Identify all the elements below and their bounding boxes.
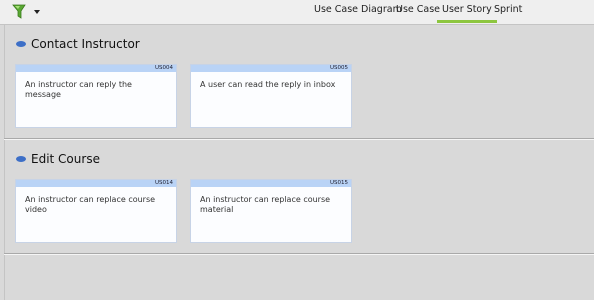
card-text: An instructor can replace course video [25, 195, 156, 214]
user-story-card[interactable]: US015 An instructor can replace course m… [190, 179, 352, 243]
left-border [4, 25, 5, 300]
filter-button[interactable] [10, 2, 44, 22]
user-story-card[interactable]: US004 An instructor can reply the messag… [15, 64, 177, 128]
section-divider [4, 138, 594, 140]
card-id: US015 [191, 180, 351, 187]
user-story-card[interactable]: US005 A user can read the reply in inbox [190, 64, 352, 128]
tab-user-story[interactable]: User Story [437, 0, 497, 23]
card-text: An instructor can replace course materia… [200, 195, 331, 214]
card-id: US004 [16, 65, 176, 72]
card-text: A user can read the reply in inbox [200, 80, 336, 89]
section-divider [4, 253, 594, 255]
section-title: Contact Instructor [31, 37, 140, 51]
section-header-edit-course[interactable]: Edit Course [16, 152, 100, 166]
card-text: An instructor can reply the message [25, 80, 132, 99]
tab-use-case[interactable]: Use Case [396, 0, 440, 22]
section-header-contact-instructor[interactable]: Contact Instructor [16, 37, 140, 51]
card-id: US005 [191, 65, 351, 72]
toolbar: Use Case Diagram Use Case User Story Spr… [0, 0, 594, 25]
tab-sprint[interactable]: Sprint [494, 0, 522, 22]
filter-funnel-icon [12, 4, 40, 19]
section-bullet-icon [16, 41, 26, 47]
caret-down-icon [34, 10, 40, 14]
user-story-card[interactable]: US014 An instructor can replace course v… [15, 179, 177, 243]
section-title: Edit Course [31, 152, 100, 166]
tab-use-case-diagram[interactable]: Use Case Diagram [314, 0, 402, 22]
section-bullet-icon [16, 156, 26, 162]
card-id: US014 [16, 180, 176, 187]
